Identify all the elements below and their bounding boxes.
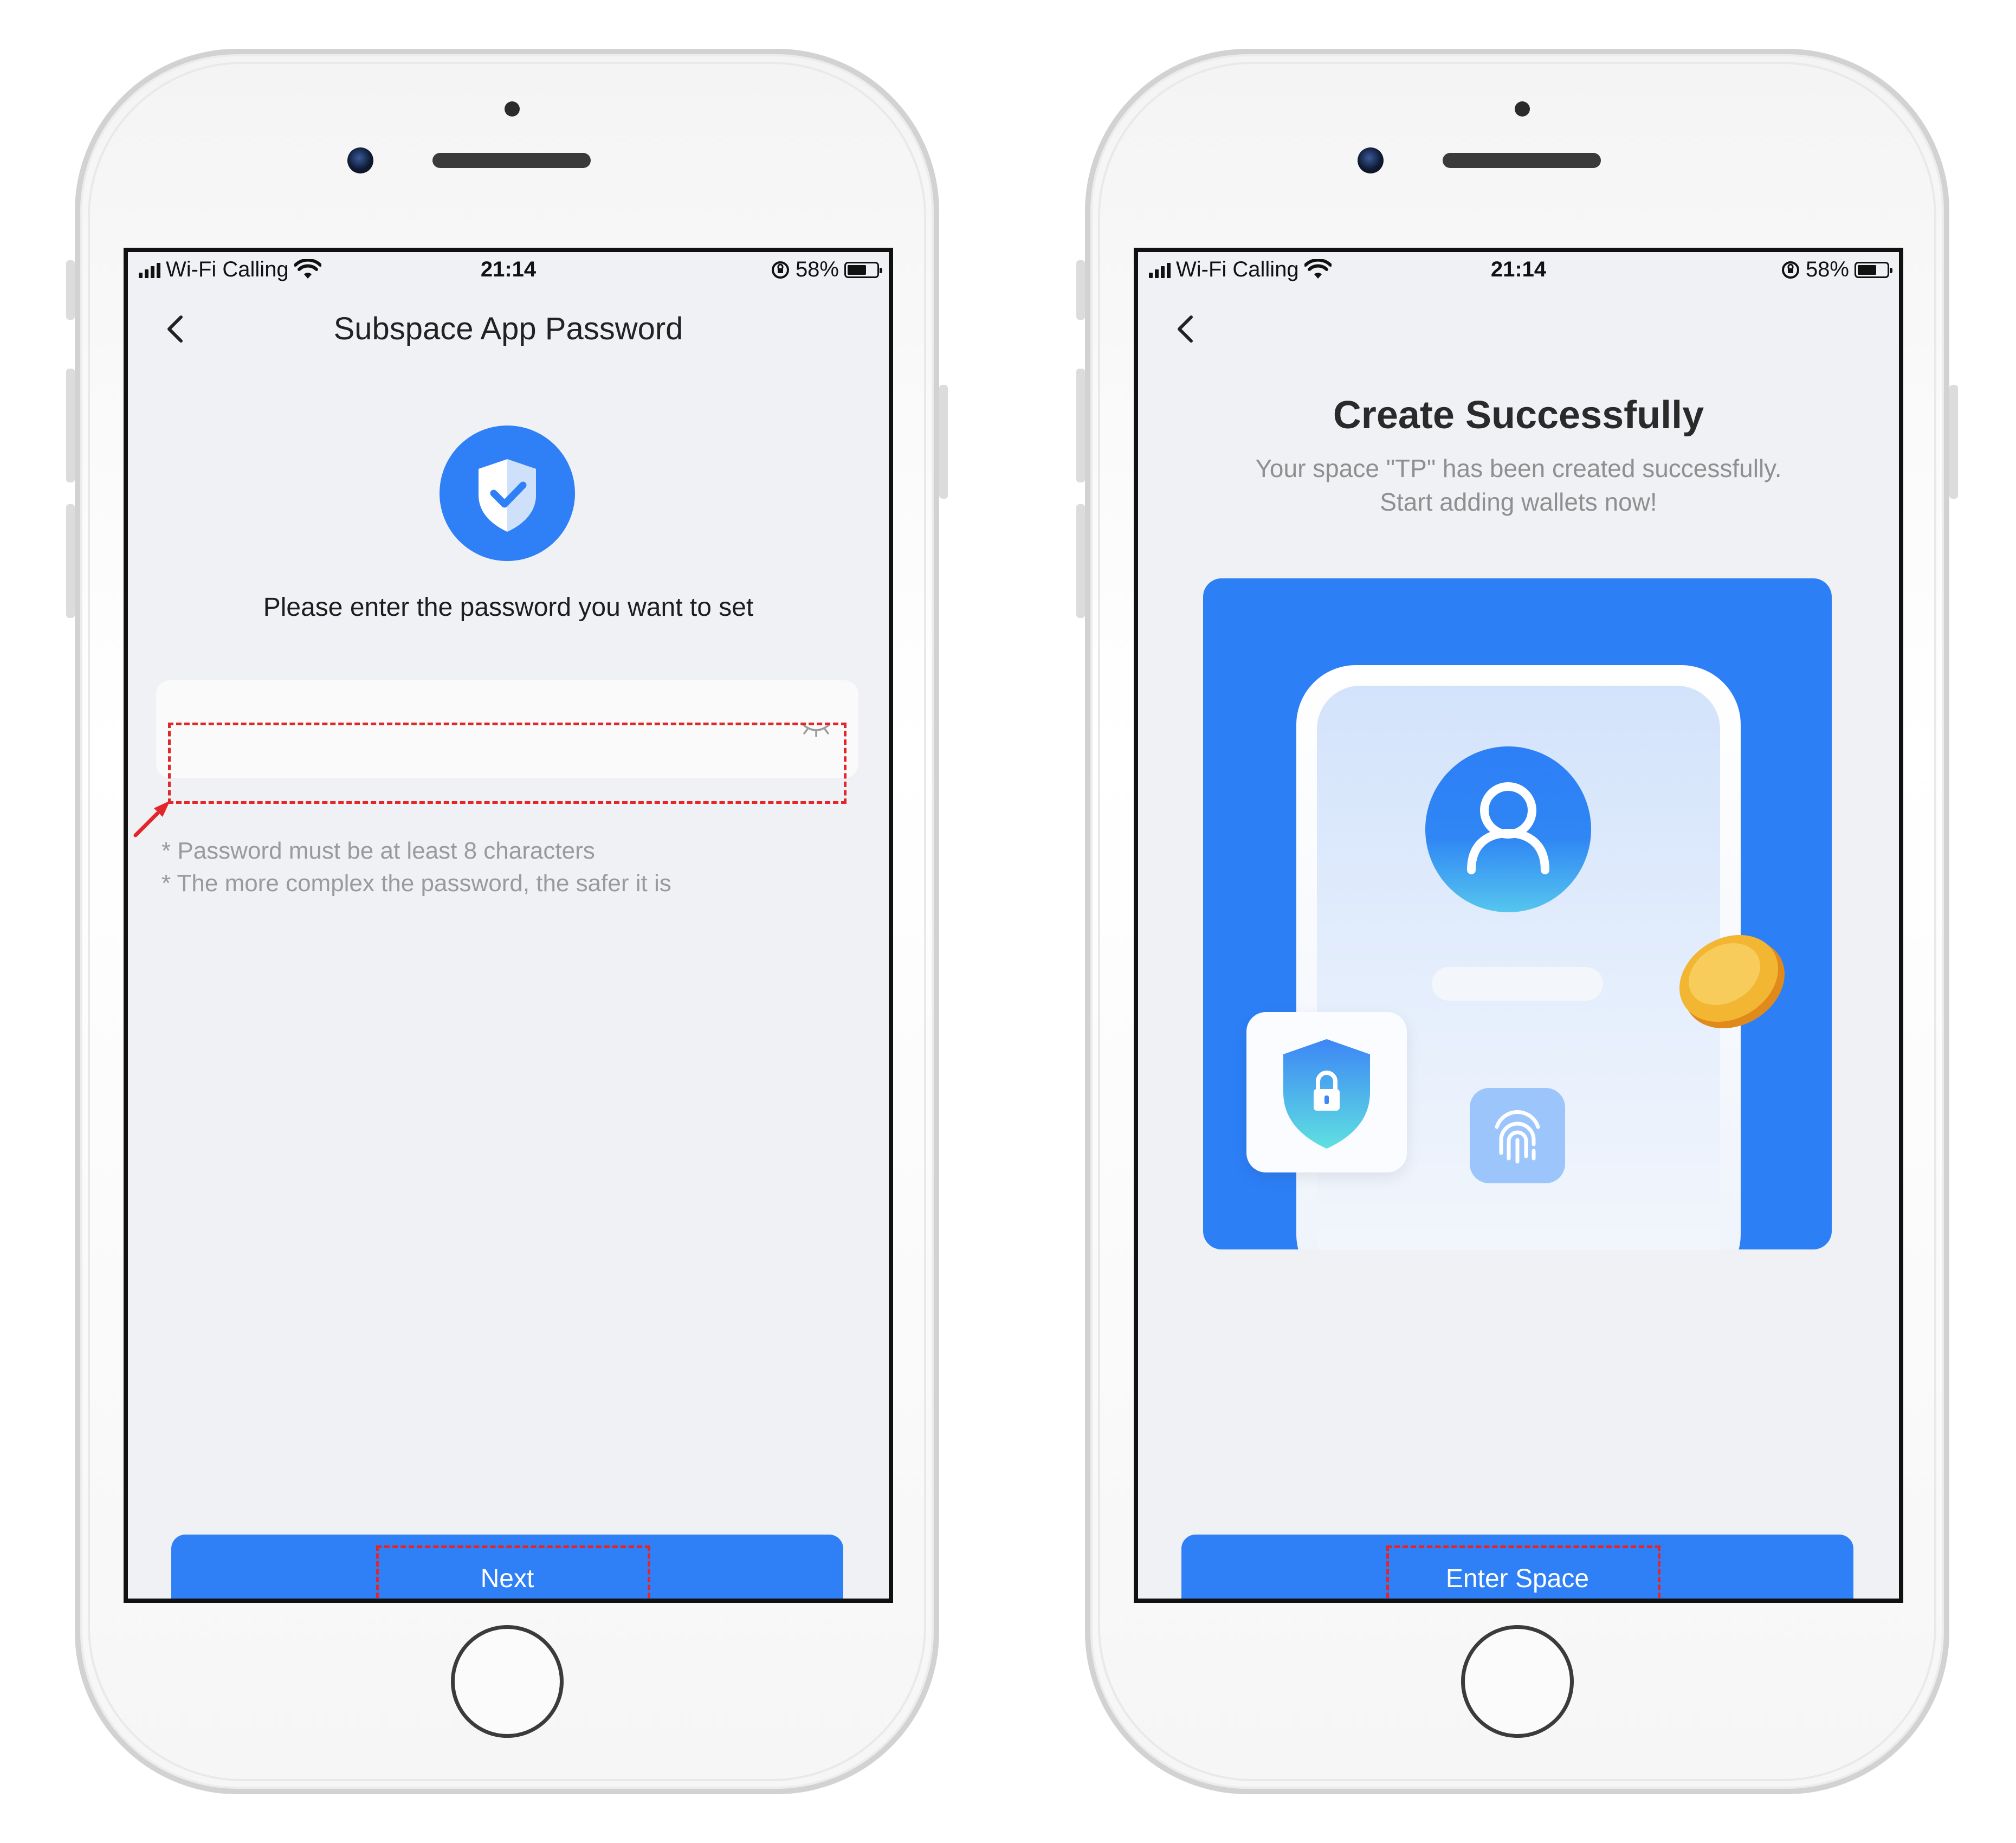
space-created-illustration bbox=[1203, 578, 1832, 1249]
fingerprint-card bbox=[1470, 1088, 1565, 1183]
volume-up-button bbox=[66, 369, 75, 482]
volume-down-button bbox=[66, 504, 75, 618]
status-time: 21:14 bbox=[1490, 257, 1547, 281]
orientation-lock-icon bbox=[1781, 261, 1799, 279]
success-subtitle-line-2: Start adding wallets now! bbox=[1380, 488, 1657, 516]
user-icon bbox=[1425, 746, 1591, 912]
status-time: 21:14 bbox=[480, 257, 537, 281]
front-camera bbox=[1358, 147, 1384, 173]
front-camera bbox=[347, 147, 373, 173]
hint-min-length: * Password must be at least 8 characters bbox=[161, 837, 595, 864]
enter-space-button-highlight bbox=[1386, 1545, 1660, 1599]
power-button bbox=[1949, 385, 1958, 499]
home-button[interactable] bbox=[1461, 1625, 1574, 1738]
shield-check-icon bbox=[440, 426, 575, 561]
next-button[interactable]: Next bbox=[171, 1535, 843, 1599]
proximity-sensor bbox=[1515, 101, 1530, 117]
red-arrow-icon bbox=[133, 801, 170, 837]
wifi-icon bbox=[294, 259, 321, 279]
hint-complexity: * The more complex the password, the saf… bbox=[161, 870, 671, 897]
carrier-label: Wi-Fi Calling bbox=[166, 257, 289, 281]
mute-switch bbox=[66, 260, 75, 320]
back-icon[interactable] bbox=[1171, 313, 1203, 345]
enter-space-button[interactable]: Enter Space bbox=[1181, 1535, 1853, 1599]
proximity-sensor bbox=[505, 101, 520, 117]
status-bar: Wi-Fi Calling 21:14 58% bbox=[128, 252, 889, 287]
password-field-highlight bbox=[168, 723, 847, 804]
illustration-phone bbox=[1296, 665, 1741, 1249]
battery-icon bbox=[1855, 261, 1892, 278]
screen-password: Wi-Fi Calling 21:14 58% Subspace App Pas… bbox=[124, 248, 893, 1603]
success-subtitle-line-1: Your space "TP" has been created success… bbox=[1255, 454, 1782, 482]
status-bar: Wi-Fi Calling 21:14 58% bbox=[1138, 252, 1899, 287]
carrier-label: Wi-Fi Calling bbox=[1176, 257, 1299, 281]
earpiece-speaker bbox=[1443, 153, 1601, 168]
wifi-icon bbox=[1304, 259, 1332, 279]
next-button-highlight bbox=[376, 1545, 650, 1599]
orientation-lock-icon bbox=[771, 261, 789, 279]
screen-success: Wi-Fi Calling 21:14 58% Create Successfu… bbox=[1134, 248, 1903, 1603]
back-icon[interactable] bbox=[160, 313, 193, 345]
signal-icon bbox=[139, 262, 160, 278]
lock-shield-card bbox=[1246, 1012, 1407, 1172]
earpiece-speaker bbox=[432, 153, 591, 168]
battery-icon bbox=[844, 261, 882, 278]
volume-up-button bbox=[1076, 369, 1085, 482]
power-button bbox=[939, 385, 948, 499]
success-title: Create Successfully bbox=[1333, 394, 1704, 437]
password-input[interactable] bbox=[156, 680, 858, 778]
home-button[interactable] bbox=[451, 1625, 564, 1738]
enter-space-button-label: Enter Space bbox=[1445, 1564, 1589, 1593]
signal-icon bbox=[1149, 262, 1171, 278]
phone-frame-left: Wi-Fi Calling 21:14 58% Subspace App Pas… bbox=[66, 49, 948, 1794]
page-title: Subspace App Password bbox=[333, 311, 683, 346]
password-prompt: Please enter the password you want to se… bbox=[263, 593, 754, 622]
next-button-label: Next bbox=[480, 1564, 534, 1593]
volume-down-button bbox=[1076, 504, 1085, 618]
eye-closed-icon[interactable] bbox=[801, 717, 831, 739]
fingerprint-icon bbox=[1495, 1110, 1540, 1164]
lock-shield-icon bbox=[1283, 1039, 1370, 1149]
phone-frame-right: Wi-Fi Calling 21:14 58% Create Successfu… bbox=[1076, 49, 1958, 1794]
illustration-placeholder-bar bbox=[1432, 967, 1603, 1001]
battery-percent: 58% bbox=[795, 257, 839, 281]
battery-percent: 58% bbox=[1805, 257, 1849, 281]
mute-switch bbox=[1076, 260, 1085, 320]
coin-icon bbox=[1679, 935, 1785, 1029]
